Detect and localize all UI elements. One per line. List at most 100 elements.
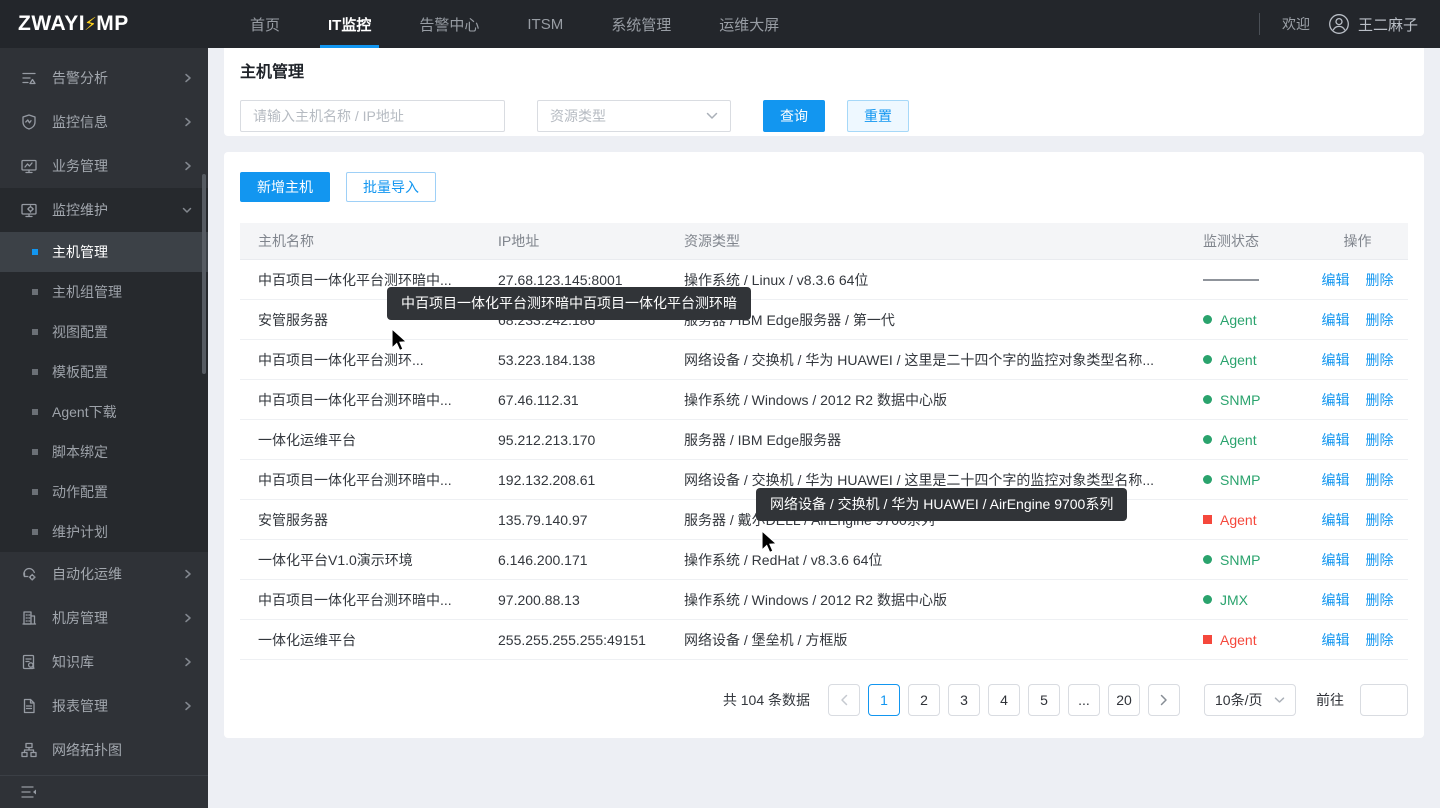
- sidebar-item-monitor-maintain[interactable]: 监控维护: [0, 188, 208, 232]
- edit-link[interactable]: 编辑: [1322, 630, 1350, 650]
- delete-link[interactable]: 删除: [1366, 270, 1394, 290]
- page-button-1[interactable]: 1: [868, 684, 900, 716]
- status-badge: JMX: [1203, 592, 1307, 608]
- sidebar: 告警分析 监控信息 业务管理 监控维护 主机管理 主机组管理: [0, 48, 208, 808]
- column-header-ip: IP地址: [498, 231, 684, 251]
- status-dot-icon: [1203, 555, 1212, 564]
- bullet-icon: [32, 289, 38, 295]
- user-menu[interactable]: 王二麻子: [1328, 13, 1418, 35]
- sidebar-subitem-label: 主机管理: [52, 242, 108, 262]
- edit-link[interactable]: 编辑: [1322, 390, 1350, 410]
- host-name[interactable]: 中百项目一体化平台测环...: [258, 350, 498, 370]
- page-button-2[interactable]: 2: [908, 684, 940, 716]
- chevron-right-icon: [184, 613, 192, 623]
- sidebar-item-report-mgmt[interactable]: 报表管理: [0, 684, 208, 728]
- edit-link[interactable]: 编辑: [1322, 270, 1350, 290]
- host-resource: 操作系统 / Windows / 2012 R2 数据中心版: [684, 590, 1203, 610]
- page-button-20[interactable]: 20: [1108, 684, 1140, 716]
- host-resource: 网络设备 / 交换机 / 华为 HUAWEI / 这里是二十四个字的监控对象类型…: [684, 350, 1203, 370]
- edit-link[interactable]: 编辑: [1322, 510, 1350, 530]
- edit-link[interactable]: 编辑: [1322, 550, 1350, 570]
- edit-link[interactable]: 编辑: [1322, 470, 1350, 490]
- sidebar-item-host-group-mgmt[interactable]: 主机组管理: [0, 272, 208, 312]
- delete-link[interactable]: 删除: [1366, 350, 1394, 370]
- delete-link[interactable]: 删除: [1366, 550, 1394, 570]
- table-card: 新增主机 批量导入 主机名称 IP地址 资源类型 监测状态 操作 中百项目一体化…: [224, 152, 1424, 738]
- next-page-button[interactable]: [1148, 684, 1180, 716]
- tab-it-monitor[interactable]: IT监控: [304, 0, 395, 48]
- sidebar-scrollbar[interactable]: [202, 174, 206, 374]
- sidebar-item-host-mgmt[interactable]: 主机管理: [0, 232, 208, 272]
- delete-link[interactable]: 删除: [1366, 630, 1394, 650]
- tab-alert-center[interactable]: 告警中心: [395, 0, 503, 48]
- tab-system-mgmt[interactable]: 系统管理: [587, 0, 695, 48]
- batch-import-button[interactable]: 批量导入: [346, 172, 436, 202]
- host-name[interactable]: 中百项目一体化平台测环暗中...: [258, 470, 498, 490]
- sidebar-item-monitor-info[interactable]: 监控信息: [0, 100, 208, 144]
- host-resource: 服务器 / IBM Edge服务器 / 第一代: [684, 310, 1203, 330]
- tab-ops-dashboard[interactable]: 运维大屏: [695, 0, 803, 48]
- host-name[interactable]: 安管服务器: [258, 510, 498, 530]
- delete-link[interactable]: 删除: [1366, 470, 1394, 490]
- page-ellipsis-button[interactable]: ...: [1068, 684, 1100, 716]
- collapse-sidebar-icon[interactable]: [20, 784, 38, 800]
- sidebar-item-label: 自动化运维: [52, 564, 184, 584]
- edit-link[interactable]: 编辑: [1322, 590, 1350, 610]
- host-name[interactable]: 一体化平台V1.0演示环境: [258, 550, 498, 570]
- edit-link[interactable]: 编辑: [1322, 430, 1350, 450]
- status-dot-icon: [1203, 355, 1212, 364]
- sidebar-item-action-config[interactable]: 动作配置: [0, 472, 208, 512]
- host-search-input[interactable]: [240, 100, 505, 132]
- tab-home[interactable]: 首页: [226, 0, 304, 48]
- sidebar-item-view-config[interactable]: 视图配置: [0, 312, 208, 352]
- sidebar-item-room-mgmt[interactable]: 机房管理: [0, 596, 208, 640]
- query-button[interactable]: 查询: [763, 100, 825, 132]
- page-button-5[interactable]: 5: [1028, 684, 1060, 716]
- edit-link[interactable]: 编辑: [1322, 310, 1350, 330]
- goto-page-input[interactable]: [1360, 684, 1408, 716]
- delete-link[interactable]: 删除: [1366, 430, 1394, 450]
- host-resource: 服务器 / IBM Edge服务器: [684, 430, 1203, 450]
- resource-type-select[interactable]: 资源类型: [537, 100, 731, 132]
- page-button-3[interactable]: 3: [948, 684, 980, 716]
- host-ip: 192.132.208.61: [498, 472, 684, 488]
- sidebar-item-knowledge-base[interactable]: 知识库: [0, 640, 208, 684]
- host-resource[interactable]: 网络设备 / 交换机 / 华为 HUAWEI / 这里是二十四个字的监控对象类型…: [684, 470, 1203, 490]
- sidebar-item-alert-analysis[interactable]: 告警分析: [0, 56, 208, 100]
- main-content: 监控维护 / 主机管理 主机管理 资源类型 查询 重置 新增主机 批量导入 主机…: [208, 0, 1440, 754]
- add-host-button[interactable]: 新增主机: [240, 172, 330, 202]
- table-header: 主机名称 IP地址 资源类型 监测状态 操作: [240, 223, 1408, 260]
- top-nav: 首页 IT监控 告警中心 ITSM 系统管理 运维大屏: [226, 0, 803, 48]
- status-square-icon: [1203, 515, 1212, 524]
- sidebar-item-template-config[interactable]: 模板配置: [0, 352, 208, 392]
- resource-tooltip: 网络设备 / 交换机 / 华为 HUAWEI / AirEngine 9700系…: [756, 488, 1127, 521]
- delete-link[interactable]: 删除: [1366, 310, 1394, 330]
- host-name[interactable]: 一体化运维平台: [258, 630, 498, 650]
- delete-link[interactable]: 删除: [1366, 510, 1394, 530]
- page-size-select[interactable]: 10条/页: [1204, 684, 1296, 716]
- host-ip: 97.200.88.13: [498, 592, 684, 608]
- sidebar-item-business-mgmt[interactable]: 业务管理: [0, 144, 208, 188]
- sidebar-item-auto-ops[interactable]: 自动化运维: [0, 552, 208, 596]
- table-row: 一体化运维平台 95.212.213.170 服务器 / IBM Edge服务器…: [240, 420, 1408, 460]
- sidebar-item-network-topology[interactable]: 网络拓扑图: [0, 728, 208, 772]
- edit-link[interactable]: 编辑: [1322, 350, 1350, 370]
- sidebar-item-maintenance-plan[interactable]: 维护计划: [0, 512, 208, 552]
- sidebar-item-script-bind[interactable]: 脚本绑定: [0, 432, 208, 472]
- prev-page-button[interactable]: [828, 684, 860, 716]
- sidebar-item-label: 网络拓扑图: [52, 740, 192, 760]
- host-name[interactable]: 一体化运维平台: [258, 430, 498, 450]
- delete-link[interactable]: 删除: [1366, 590, 1394, 610]
- status-empty-dash: [1203, 279, 1259, 281]
- sidebar-item-agent-download[interactable]: Agent下载: [0, 392, 208, 432]
- status-dot-icon: [1203, 315, 1212, 324]
- host-name[interactable]: 中百项目一体化平台测环暗中...: [258, 590, 498, 610]
- delete-link[interactable]: 删除: [1366, 390, 1394, 410]
- reset-button[interactable]: 重置: [847, 100, 909, 132]
- status-badge: SNMP: [1203, 552, 1307, 568]
- host-name[interactable]: 中百项目一体化平台测环暗中...: [258, 390, 498, 410]
- status-dot-icon: [1203, 435, 1212, 444]
- tab-itsm[interactable]: ITSM: [503, 0, 587, 48]
- topology-icon: [20, 741, 38, 759]
- page-button-4[interactable]: 4: [988, 684, 1020, 716]
